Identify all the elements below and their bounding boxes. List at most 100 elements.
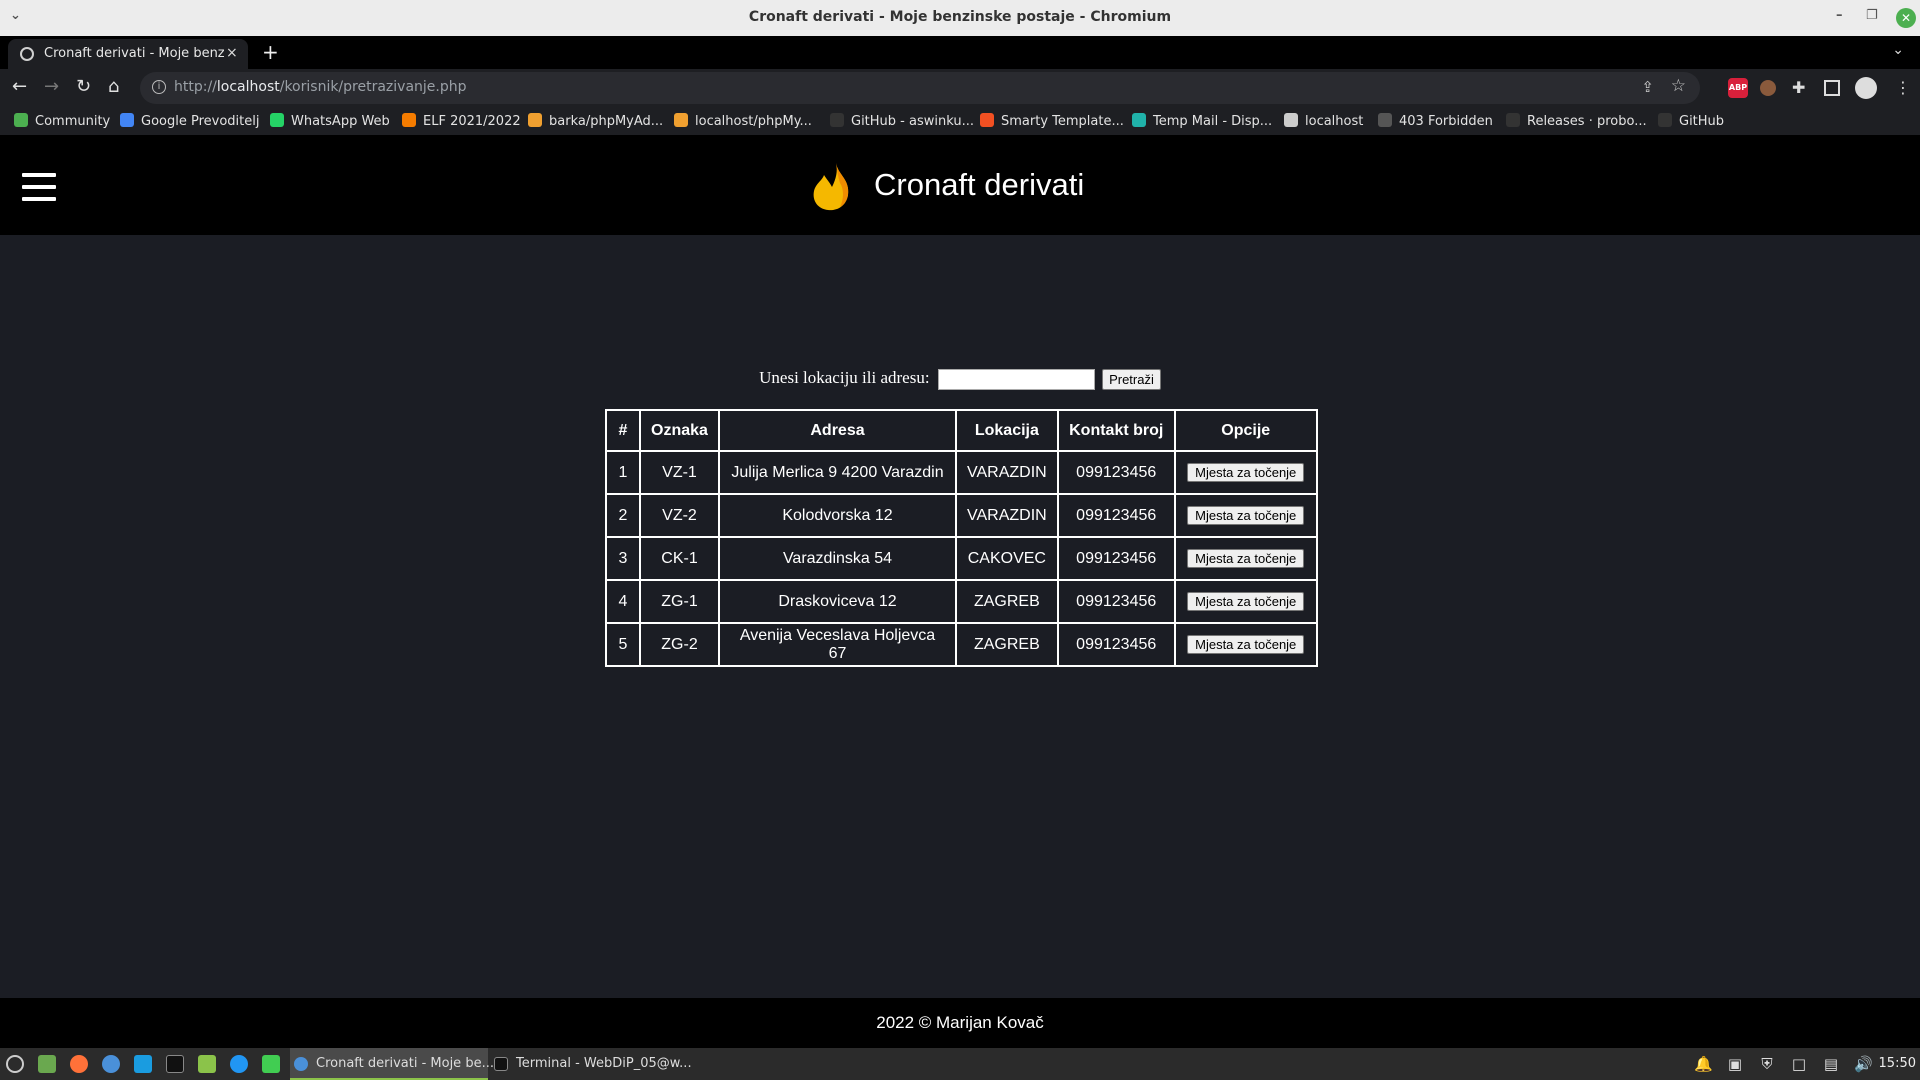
share-icon[interactable]: ⇪ — [1641, 78, 1654, 96]
bookmark-item[interactable]: GitHub — [1658, 113, 1724, 129]
app-icon[interactable] — [230, 1055, 248, 1073]
tab-search-chevron-icon[interactable]: ⌄ — [1892, 42, 1904, 58]
adblock-extension-icon[interactable]: ABP — [1728, 78, 1748, 98]
bookmark-label: Releases · probo... — [1527, 114, 1647, 129]
profile-avatar-icon[interactable] — [1855, 77, 1877, 99]
taskbar-task-chromium[interactable]: Cronaft derivati - Moje be... — [290, 1048, 494, 1080]
bookmark-item[interactable]: Google Prevoditelj — [120, 113, 259, 129]
cell-kontakt: 099123456 — [1056, 579, 1176, 624]
forward-arrow-icon[interactable]: → — [44, 77, 59, 97]
mjesta-za-tocenje-button[interactable]: Mjesta za točenje — [1187, 635, 1305, 654]
search-input[interactable] — [937, 368, 1095, 390]
address-url[interactable]: http://localhost/korisnik/pretrazivanje.… — [174, 79, 467, 95]
terminal-task-icon — [494, 1057, 508, 1071]
column-header-oznaka: Oznaka — [639, 409, 720, 452]
tab-favicon-icon — [20, 47, 34, 61]
bookmark-item[interactable]: WhatsApp Web — [270, 113, 390, 129]
reload-icon[interactable]: ↻ — [76, 77, 91, 97]
cell-oznaka: ZG-2 — [639, 622, 720, 667]
home-icon[interactable]: ⌂ — [108, 77, 119, 97]
bookmark-item[interactable]: Community — [14, 113, 110, 129]
shield-icon[interactable]: ⛨ — [1758, 1055, 1776, 1073]
elf-icon — [402, 113, 416, 127]
taskbar-task-terminal[interactable]: Terminal - WebDiP_05@w... — [490, 1048, 692, 1080]
notifications-icon[interactable]: 🔔 — [1694, 1055, 1713, 1073]
bookmark-label: 403 Forbidden — [1399, 114, 1493, 129]
whatsapp-icon — [270, 113, 284, 127]
bookmark-item[interactable]: localhost — [1284, 113, 1363, 129]
clipboard-icon[interactable]: ▣ — [1726, 1055, 1744, 1073]
chromium-icon[interactable] — [102, 1055, 120, 1073]
browser-toolbar: ← → ↻ ⌂ i http://localhost/korisnik/pret… — [0, 69, 1920, 107]
cell-oznaka: VZ-1 — [639, 450, 720, 495]
cell-adresa: Varazdinska 54 — [718, 536, 957, 581]
mjesta-za-tocenje-button[interactable]: Mjesta za točenje — [1187, 592, 1305, 611]
browser-menu-icon[interactable]: ⋮ — [1895, 78, 1915, 98]
tab-active[interactable]: Cronaft derivati - Moje benzin × — [8, 39, 248, 69]
flame-logo-icon — [813, 163, 849, 211]
site-info-icon[interactable]: i — [152, 80, 166, 94]
back-arrow-icon[interactable]: ← — [12, 77, 27, 97]
bookmark-item[interactable]: barka/phpMyAd... — [528, 113, 663, 129]
cell-opcije: Mjesta za točenje — [1173, 536, 1318, 581]
cookie-extension-icon[interactable] — [1760, 80, 1776, 96]
table-row: 4 ZG-1 Draskoviceva 12 ZAGREB 099123456 … — [605, 579, 1318, 624]
volume-icon[interactable]: 🔊 — [1854, 1055, 1873, 1073]
bookmark-item[interactable]: Releases · probo... — [1506, 113, 1647, 129]
hamburger-menu-icon[interactable] — [22, 173, 56, 201]
chromium-task-icon — [294, 1057, 308, 1071]
mjesta-za-tocenje-button[interactable]: Mjesta za točenje — [1187, 549, 1305, 568]
bookmark-item[interactable]: GitHub - aswinku... — [830, 113, 974, 129]
tab-close-icon[interactable]: × — [226, 45, 238, 61]
window-icon[interactable]: □ — [1790, 1055, 1808, 1073]
bookmark-label: ELF 2021/2022 — [423, 114, 521, 129]
bookmark-item[interactable]: Temp Mail - Disp... — [1132, 113, 1272, 129]
cell-opcije: Mjesta za točenje — [1173, 450, 1318, 495]
battery-icon[interactable]: ▤ — [1822, 1055, 1840, 1073]
bookmark-label: Community — [35, 114, 111, 129]
close-window-button[interactable]: ✕ — [1896, 8, 1916, 28]
table-row: 1 VZ-1 Julija Merlica 9 4200 Varazdin VA… — [605, 450, 1318, 495]
mjesta-za-tocenje-button[interactable]: Mjesta za točenje — [1187, 506, 1305, 525]
files-icon[interactable] — [198, 1055, 216, 1073]
table-header-row: # Oznaka Adresa Lokacija Kontakt broj Op… — [605, 409, 1318, 452]
cell-opcije: Mjesta za točenje — [1173, 622, 1318, 667]
firefox-icon[interactable] — [70, 1055, 88, 1073]
new-tab-button[interactable]: + — [262, 40, 279, 64]
bookmark-item[interactable]: 403 Forbidden — [1378, 113, 1493, 129]
show-desktop-icon[interactable] — [38, 1055, 56, 1073]
start-menu-icon[interactable] — [6, 1055, 24, 1073]
cell-adresa: Kolodvorska 12 — [718, 493, 957, 538]
onedrive-icon[interactable] — [134, 1055, 152, 1073]
globe-icon — [1284, 113, 1298, 127]
translate-icon — [120, 113, 134, 127]
mjesta-za-tocenje-button[interactable]: Mjesta za točenje — [1187, 463, 1305, 482]
os-taskbar: Cronaft derivati - Moje be... Terminal -… — [0, 1048, 1920, 1080]
cell-lokacija: VARAZDIN — [955, 493, 1059, 538]
cell-adresa: Julija Merlica 9 4200 Varazdin — [718, 450, 957, 495]
extensions-puzzle-icon[interactable]: ✚ — [1792, 78, 1812, 98]
cell-lokacija: ZAGREB — [955, 579, 1059, 624]
bookmark-star-icon[interactable]: ☆ — [1671, 76, 1686, 96]
bookmark-item[interactable]: Smarty Template... — [980, 113, 1124, 129]
cell-adresa: Draskoviceva 12 — [718, 579, 957, 624]
phpmyadmin-icon — [528, 113, 542, 127]
cell-lokacija: CAKOVEC — [955, 536, 1059, 581]
restore-icon[interactable]: ❐ — [1866, 8, 1878, 23]
bookmark-item[interactable]: ELF 2021/2022 — [402, 113, 521, 129]
github-icon — [830, 113, 844, 127]
bookmark-item[interactable]: localhost/phpMy... — [674, 113, 812, 129]
table-row: 3 CK-1 Varazdinska 54 CAKOVEC 099123456 … — [605, 536, 1318, 581]
side-panel-icon[interactable] — [1824, 80, 1840, 96]
table-row: 2 VZ-2 Kolodvorska 12 VARAZDIN 099123456… — [605, 493, 1318, 538]
github-icon — [1658, 113, 1672, 127]
qt-creator-icon[interactable] — [262, 1055, 280, 1073]
bookmarks-bar: Community Google Prevoditelj WhatsApp Web E… — [0, 107, 1920, 135]
minimize-icon[interactable]: – — [1836, 8, 1843, 23]
terminal-icon[interactable] — [166, 1055, 184, 1073]
address-bar[interactable]: i http://localhost/korisnik/pretrazivanj… — [140, 72, 1700, 104]
search-button[interactable]: Pretraži — [1102, 368, 1161, 390]
cell-kontakt: 099123456 — [1056, 622, 1176, 667]
site-header: Cronaft derivati — [0, 135, 1920, 235]
tempmail-icon — [1132, 113, 1146, 127]
